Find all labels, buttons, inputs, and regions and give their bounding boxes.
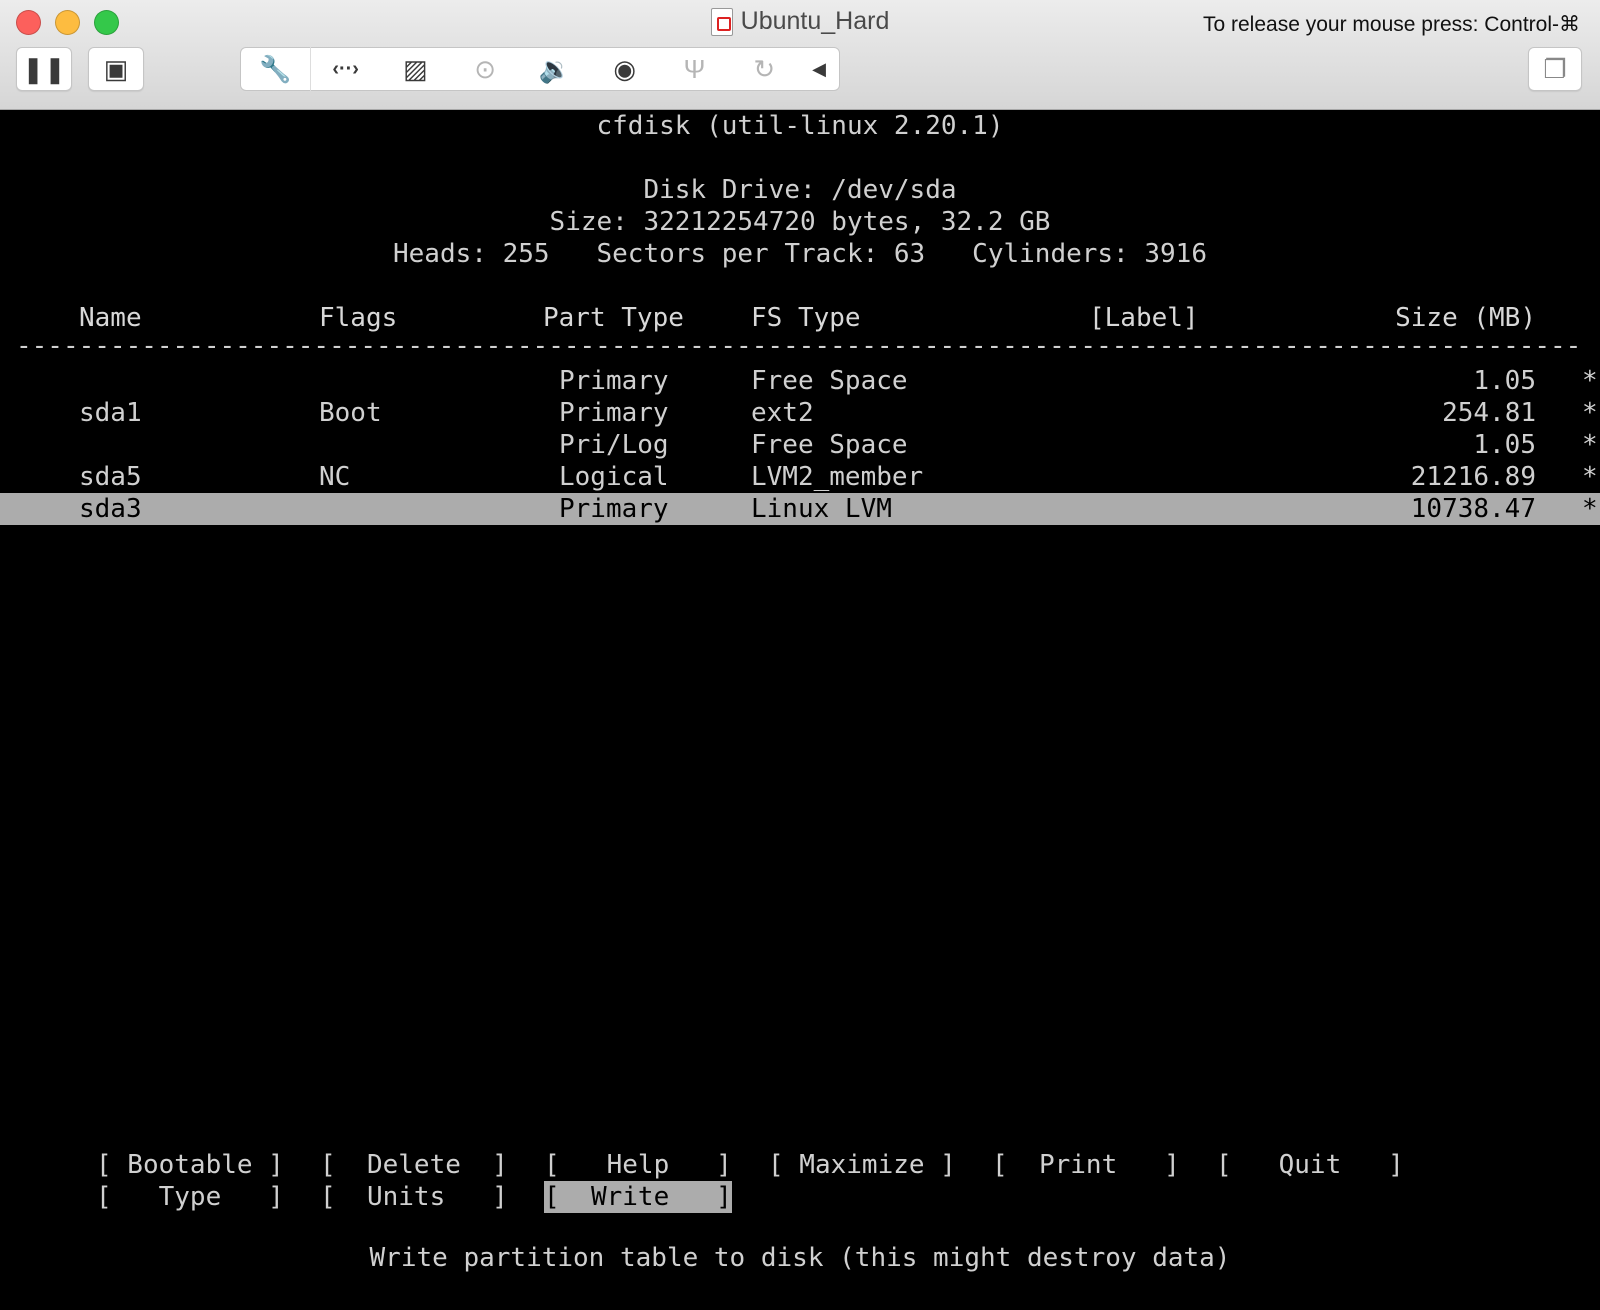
partition-name: sda5 [79, 462, 142, 492]
partition-fs-type: Free Space [751, 430, 908, 460]
partition-size: 10738.47 [1410, 494, 1536, 524]
hard-disk-icon: ▨ [403, 54, 428, 84]
partition-size: 1.05 [1473, 430, 1536, 460]
disk-geometry-line: Heads: 255 Sectors per Track: 63 Cylinde… [393, 239, 1207, 269]
partition-name: sda1 [79, 398, 142, 428]
restore-windows-icon: ❐ [1543, 54, 1567, 84]
partition-fs-type: ext2 [751, 398, 814, 428]
pause-button[interactable]: ❚❚ [16, 47, 72, 91]
traffic-lights [16, 10, 119, 35]
menu-units[interactable]: [ Units ] [320, 1181, 508, 1213]
partition-fs-type: LVM2_member [751, 462, 924, 492]
partition-size: 21216.89 [1410, 462, 1536, 492]
optical-drive-icon: ⊙ [474, 54, 497, 84]
partition-part-type: Primary [559, 366, 669, 396]
partition-size: 254.81 [1442, 398, 1536, 428]
partition-part-type: Pri/Log [559, 430, 669, 460]
menu-print[interactable]: [ Print ] [992, 1149, 1180, 1181]
header-rule: ----------------------------------------… [16, 331, 1584, 361]
menu-delete[interactable]: [ Delete ] [320, 1149, 508, 1181]
partition-mark: * [1582, 462, 1598, 492]
menu-help[interactable]: [ Help ] [544, 1149, 732, 1181]
menu-type[interactable]: [ Type ] [96, 1181, 284, 1213]
settings-button[interactable]: 🔧 [241, 47, 311, 91]
sound-icon: 🔉 [538, 54, 572, 84]
collapse-arrow-icon: ◀ [812, 59, 826, 79]
network-icon: ‹··› [332, 58, 359, 80]
zoom-window-button[interactable] [94, 10, 119, 35]
partition-part-type: Logical [559, 462, 669, 492]
partition-mark: * [1582, 398, 1598, 428]
optical-drive-button[interactable]: ⊙ [450, 47, 520, 91]
collapse-toolbar-button[interactable]: ◀ [799, 47, 839, 91]
menu-quit[interactable]: [ Quit ] [1216, 1149, 1404, 1181]
partition-size: 1.05 [1473, 366, 1536, 396]
usb-icon: Ψ [683, 54, 706, 84]
camera-icon: ◉ [613, 54, 637, 84]
partition-mark: * [1582, 366, 1598, 396]
sound-button[interactable]: 🔉 [520, 47, 590, 91]
snapshot-icon: ▣ [103, 54, 129, 84]
vm-document-icon [710, 7, 733, 36]
device-toolbar: 🔧 ‹··› ▨ ⊙ 🔉 ◉ Ψ ↻ ◀ [240, 47, 840, 91]
partition-row[interactable]: Pri/Log Free Space 1.05 * [0, 429, 1600, 461]
restore-windows-button[interactable]: ❐ [1528, 47, 1582, 91]
camera-button[interactable]: ◉ [590, 47, 660, 91]
partition-fs-type: Linux LVM [751, 494, 892, 524]
usb-button[interactable]: Ψ [660, 47, 730, 91]
snapshot-button[interactable]: ▣ [88, 47, 144, 91]
partition-flags: Boot [319, 398, 382, 428]
partition-row[interactable]: Primary Free Space 1.05 * [0, 365, 1600, 397]
wrench-icon: 🔧 [259, 54, 292, 84]
partition-fs-type: Free Space [751, 366, 908, 396]
partition-mark: * [1582, 494, 1598, 524]
close-window-button[interactable] [16, 10, 41, 35]
menu-bootable[interactable]: [ Bootable ] [96, 1149, 284, 1181]
program-title: cfdisk (util-linux 2.20.1) [596, 111, 1004, 141]
hard-disk-button[interactable]: ▨ [381, 47, 451, 91]
partition-part-type: Primary [559, 494, 669, 524]
network-button[interactable]: ‹··› [311, 47, 381, 91]
vm-console[interactable]: cfdisk (util-linux 2.20.1) Disk Drive: /… [0, 110, 1600, 1310]
window-titlebar: Ubuntu_Hard To release your mouse press:… [0, 0, 1600, 110]
pause-icon: ❚❚ [22, 54, 66, 84]
sync-icon: ↻ [753, 54, 776, 84]
partition-part-type: Primary [559, 398, 669, 428]
partition-flags: NC [319, 462, 351, 492]
partition-mark: * [1582, 430, 1598, 460]
menu-maximize[interactable]: [ Maximize ] [768, 1149, 956, 1181]
menu-write[interactable]: [ Write ] [544, 1181, 732, 1213]
sync-button[interactable]: ↻ [729, 47, 799, 91]
disk-drive-line: Disk Drive: /dev/sda [643, 175, 957, 205]
disk-size-line: Size: 32212254720 bytes, 32.2 GB [549, 207, 1051, 237]
partition-row[interactable]: sda1 Boot Primary ext2 254.81 * [0, 397, 1600, 429]
release-mouse-hint: To release your mouse press: Control-⌘ [1203, 13, 1580, 36]
window-title-text: Ubuntu_Hard [740, 7, 890, 35]
partition-name: sda3 [79, 494, 142, 524]
status-line: Write partition table to disk (this migh… [369, 1243, 1231, 1273]
partition-row-selected[interactable]: sda3 Primary Linux LVM 10738.47 * [0, 493, 1600, 525]
minimize-window-button[interactable] [55, 10, 80, 35]
partition-row[interactable]: sda5 NC Logical LVM2_member 21216.89 * [0, 461, 1600, 493]
